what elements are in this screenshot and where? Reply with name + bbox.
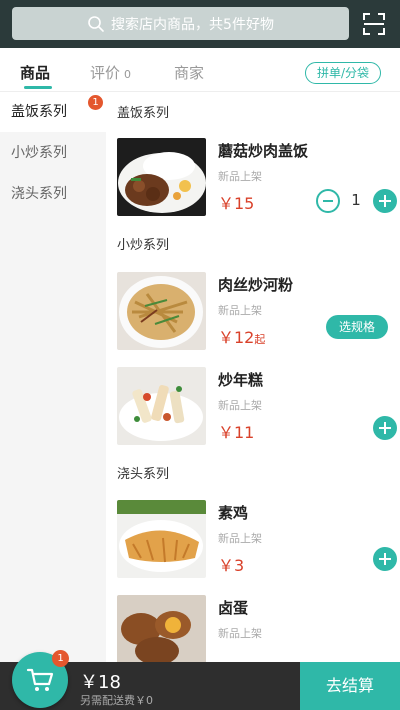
active-tab-indicator (24, 86, 52, 89)
food-price: ￥15 (218, 194, 255, 213)
review-count: 0 (124, 68, 132, 81)
food-image (117, 367, 206, 445)
food-image (117, 138, 206, 216)
food-name: 蘑菇炒肉盖饭 (218, 142, 309, 160)
list-item[interactable]: 素鸡 新品上架 ￥3 (117, 500, 397, 578)
checkout-button[interactable]: 去结算 (300, 662, 400, 710)
tab-reviews[interactable]: 评价 0 (90, 62, 131, 83)
list-item[interactable]: 蘑菇炒肉盖饭 新品上架 ￥15 1 (117, 138, 397, 216)
quantity-value: 1 (351, 191, 361, 209)
tab-merchant[interactable]: 商家 (174, 62, 204, 83)
food-image (117, 272, 206, 350)
split-order-button[interactable]: 拼单/分袋 (305, 62, 381, 84)
sidebar-item-toppings[interactable]: 浇头系列 (0, 174, 106, 214)
food-tag: 新品上架 (218, 170, 262, 183)
tab-reviews-label: 评价 (90, 64, 121, 82)
search-placeholder: 搜索店内商品，共5件好物 (111, 16, 274, 33)
food-name: 卤蛋 (218, 599, 249, 617)
food-price: ￥11 (218, 423, 255, 442)
category-sidebar: 盖饭系列 1 小炒系列 浇头系列 (0, 92, 106, 662)
cart-total: ￥18 (80, 672, 121, 693)
section-title: 盖饭系列 (117, 106, 170, 121)
add-to-cart-button[interactable] (373, 416, 397, 440)
food-price: ￥3 (218, 556, 245, 575)
tab-bar: 商品 评价 0 商家 拼单/分袋 (0, 48, 400, 92)
cart-count-badge: 1 (52, 650, 69, 667)
food-image (117, 500, 206, 578)
sidebar-item-stir-fry[interactable]: 小炒系列 (0, 133, 106, 173)
section-title: 浇头系列 (117, 467, 170, 482)
product-list: 盖饭系列 蘑菇炒肉盖饭 新品上架 ￥15 1 小炒系列 肉丝炒河粉 新品上架 ￥… (106, 92, 400, 662)
decrease-quantity-button[interactable] (316, 189, 340, 213)
category-badge: 1 (88, 95, 103, 110)
search-icon (88, 15, 104, 32)
price-suffix: 起 (254, 333, 266, 346)
add-to-cart-button[interactable] (373, 547, 397, 571)
delivery-fee-note: 另需配送费￥0 (80, 694, 153, 707)
cart-icon (26, 668, 54, 691)
list-item[interactable]: 卤蛋 新品上架 (117, 595, 395, 662)
food-tag: 新品上架 (218, 532, 262, 545)
food-price: ￥12起 (218, 324, 265, 348)
food-tag: 新品上架 (218, 304, 262, 317)
top-bar: 搜索店内商品，共5件好物 (0, 0, 400, 48)
scan-icon[interactable] (362, 12, 386, 36)
choose-spec-button[interactable]: 选规格 (326, 315, 388, 339)
food-tag: 新品上架 (218, 627, 262, 640)
food-price-value: ￥12 (218, 328, 255, 347)
list-item[interactable]: 炒年糕 新品上架 ￥11 (117, 367, 397, 445)
food-name: 炒年糕 (218, 371, 264, 389)
list-item[interactable]: 肉丝炒河粉 新品上架 ￥12起 选规格 (117, 272, 395, 350)
food-name: 素鸡 (218, 504, 249, 522)
add-to-cart-button[interactable] (373, 189, 397, 213)
food-image (117, 595, 206, 662)
tab-goods[interactable]: 商品 (20, 62, 50, 83)
section-title: 小炒系列 (117, 238, 170, 253)
food-tag: 新品上架 (218, 399, 262, 412)
search-input[interactable]: 搜索店内商品，共5件好物 (12, 7, 349, 40)
food-name: 肉丝炒河粉 (218, 276, 294, 294)
